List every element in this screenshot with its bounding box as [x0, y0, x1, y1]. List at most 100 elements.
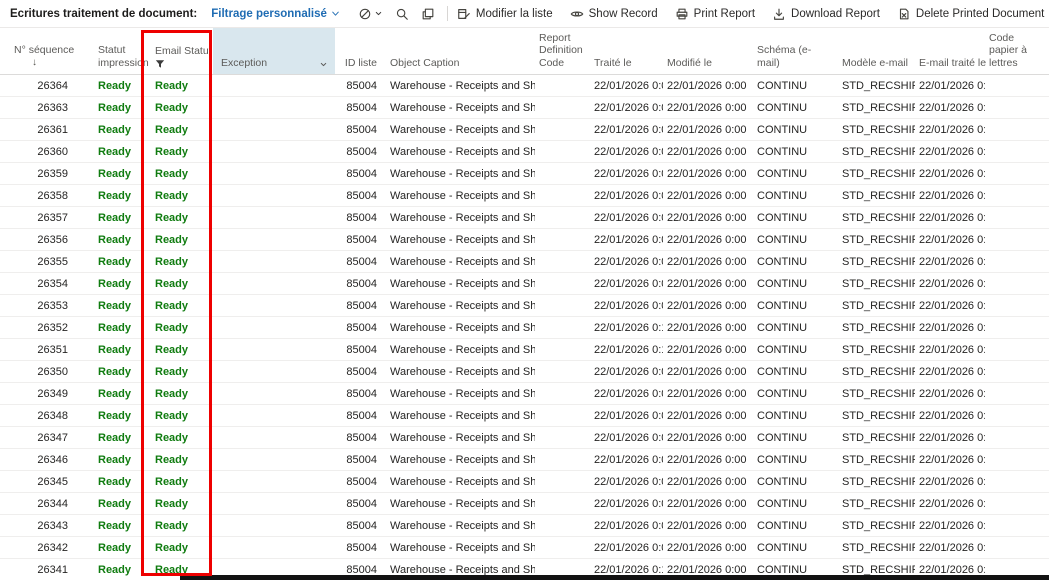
cell-object-caption: Warehouse - Receipts and Ship... — [385, 80, 535, 92]
cell-email-processed-on: 22/01/2026 0:11 — [915, 300, 985, 312]
cell-email-status: Ready — [145, 410, 213, 422]
cell-object-caption: Warehouse - Receipts and Ship... — [385, 542, 535, 554]
cell-processed-on: 22/01/2026 0:09 — [590, 300, 663, 312]
cell-processed-on: 22/01/2026 0:04 — [590, 102, 663, 114]
cell-email-schema: CONTINU — [753, 454, 838, 466]
cell-email-template: STD_RECSHIP — [838, 542, 915, 554]
cell-list-id: 85004 — [335, 256, 385, 268]
cell-processed-on: 22/01/2026 0:09 — [590, 388, 663, 400]
column-header-list-id[interactable]: ID liste — [335, 28, 385, 74]
cell-modified-on: 22/01/2026 0:00 — [663, 146, 753, 158]
table-row[interactable]: 26352 Ready Ready 85004 Warehouse - Rece… — [0, 317, 1049, 339]
column-header-exception[interactable]: Exception — [213, 28, 335, 74]
cell-print-status: Ready — [90, 388, 145, 400]
column-header-report-definition-code[interactable]: Report Definition Code — [535, 28, 590, 74]
cell-print-status: Ready — [90, 322, 145, 334]
edit-list-button[interactable]: Modifier la liste — [457, 7, 553, 21]
cell-sequence: 26343 — [0, 520, 90, 532]
cell-email-schema: CONTINU — [753, 278, 838, 290]
cell-print-status: Ready — [90, 102, 145, 114]
cell-object-caption: Warehouse - Receipts and Ship... — [385, 190, 535, 202]
table-row[interactable]: 26363 Ready Ready 85004 Warehouse - Rece… — [0, 97, 1049, 119]
cell-email-template: STD_RECSHIP — [838, 300, 915, 312]
cell-print-status: Ready — [90, 344, 145, 356]
table-row[interactable]: 26349 Ready Ready 85004 Warehouse - Rece… — [0, 383, 1049, 405]
cell-list-id: 85004 — [335, 234, 385, 246]
table-row[interactable]: 26346 Ready Ready 85004 Warehouse - Rece… — [0, 449, 1049, 471]
column-header-email-template[interactable]: Modèle e-mail — [838, 28, 915, 74]
table-row[interactable]: 26364 Ready Ready 85004 Warehouse - Rece… — [0, 75, 1049, 97]
table-row[interactable]: 26355 Ready Ready 85004 Warehouse - Rece… — [0, 251, 1049, 273]
table-row[interactable]: 26343 Ready Ready 85004 Warehouse - Rece… — [0, 515, 1049, 537]
table-row[interactable]: 26351 Ready Ready 85004 Warehouse - Rece… — [0, 339, 1049, 361]
column-header-sequence[interactable]: N° séquence ↓ — [0, 28, 90, 74]
cell-email-status: Ready — [145, 388, 213, 400]
cell-email-status: Ready — [145, 322, 213, 334]
cell-print-status: Ready — [90, 212, 145, 224]
show-record-icon — [570, 7, 584, 21]
cell-processed-on: 22/01/2026 0:10 — [590, 322, 663, 334]
column-header-object-caption[interactable]: Object Caption — [385, 28, 535, 74]
show-record-button[interactable]: Show Record — [570, 7, 658, 21]
table-row[interactable]: 26354 Ready Ready 85004 Warehouse - Rece… — [0, 273, 1049, 295]
cell-object-caption: Warehouse - Receipts and Ship... — [385, 212, 535, 224]
cell-email-template: STD_RECSHIP — [838, 432, 915, 444]
cell-processed-on: 22/01/2026 0:04 — [590, 146, 663, 158]
table-row[interactable]: 26356 Ready Ready 85004 Warehouse - Rece… — [0, 229, 1049, 251]
analyze-button[interactable] — [358, 7, 383, 21]
document-processing-entries-grid: N° séquence ↓ Statut impression Email St… — [0, 28, 1049, 580]
delete-printed-document-button[interactable]: Delete Printed Document — [897, 7, 1044, 21]
cell-list-id: 85004 — [335, 454, 385, 466]
column-header-stationery-code[interactable]: Code papier à lettres — [985, 28, 1049, 74]
table-row[interactable]: 26350 Ready Ready 85004 Warehouse - Rece… — [0, 361, 1049, 383]
table-row[interactable]: 26347 Ready Ready 85004 Warehouse - Rece… — [0, 427, 1049, 449]
download-report-button[interactable]: Download Report — [772, 7, 880, 21]
cell-object-caption: Warehouse - Receipts and Ship... — [385, 102, 535, 114]
cell-email-schema: CONTINU — [753, 542, 838, 554]
cell-email-status: Ready — [145, 432, 213, 444]
cell-processed-on: 22/01/2026 0:04 — [590, 190, 663, 202]
cell-processed-on: 22/01/2026 0:04 — [590, 124, 663, 136]
cell-sequence: 26354 — [0, 278, 90, 290]
cell-object-caption: Warehouse - Receipts and Ship... — [385, 234, 535, 246]
copy-icon — [421, 7, 435, 21]
search-button[interactable] — [395, 7, 409, 21]
column-header-email-processed-on[interactable]: E-mail traité le — [915, 28, 985, 74]
table-row[interactable]: 26353 Ready Ready 85004 Warehouse - Rece… — [0, 295, 1049, 317]
table-row[interactable]: 26361 Ready Ready 85004 Warehouse - Rece… — [0, 119, 1049, 141]
column-header-email-schema[interactable]: Schéma (e-mail) — [753, 28, 838, 74]
column-header-email-status[interactable]: Email Statut — [145, 28, 213, 74]
print-report-button[interactable]: Print Report — [675, 7, 755, 21]
horizontal-scrollbar[interactable] — [180, 575, 1049, 580]
cell-object-caption: Warehouse - Receipts and Ship... — [385, 366, 535, 378]
table-row[interactable]: 26342 Ready Ready 85004 Warehouse - Rece… — [0, 537, 1049, 559]
table-row[interactable]: 26344 Ready Ready 85004 Warehouse - Rece… — [0, 493, 1049, 515]
copy-link-button[interactable] — [421, 7, 435, 21]
cell-email-template: STD_RECSHIP — [838, 388, 915, 400]
column-header-print-status[interactable]: Statut impression — [90, 28, 145, 74]
column-header-processed-on[interactable]: Traité le — [590, 28, 663, 74]
cell-sequence: 26353 — [0, 300, 90, 312]
table-row[interactable]: 26348 Ready Ready 85004 Warehouse - Rece… — [0, 405, 1049, 427]
table-row[interactable]: 26357 Ready Ready 85004 Warehouse - Rece… — [0, 207, 1049, 229]
custom-filter-label: Filtrage personnalisé — [211, 8, 327, 20]
cell-email-status: Ready — [145, 124, 213, 136]
download-icon — [772, 7, 786, 21]
custom-filter-button[interactable]: Filtrage personnalisé — [211, 8, 340, 20]
cell-email-schema: CONTINU — [753, 366, 838, 378]
cell-object-caption: Warehouse - Receipts and Ship... — [385, 388, 535, 400]
cell-email-template: STD_RECSHIP — [838, 498, 915, 510]
cell-list-id: 85004 — [335, 300, 385, 312]
cell-email-status: Ready — [145, 256, 213, 268]
table-row[interactable]: 26345 Ready Ready 85004 Warehouse - Rece… — [0, 471, 1049, 493]
cell-object-caption: Warehouse - Receipts and Ship... — [385, 432, 535, 444]
cell-list-id: 85004 — [335, 212, 385, 224]
cell-sequence: 26357 — [0, 212, 90, 224]
cell-email-processed-on: 22/01/2026 0:11 — [915, 344, 985, 356]
column-header-modified-on[interactable]: Modifié le — [663, 28, 753, 74]
cell-email-template: STD_RECSHIP — [838, 146, 915, 158]
table-row[interactable]: 26360 Ready Ready 85004 Warehouse - Rece… — [0, 141, 1049, 163]
table-row[interactable]: 26359 Ready Ready 85004 Warehouse - Rece… — [0, 163, 1049, 185]
cell-print-status: Ready — [90, 520, 145, 532]
table-row[interactable]: 26358 Ready Ready 85004 Warehouse - Rece… — [0, 185, 1049, 207]
